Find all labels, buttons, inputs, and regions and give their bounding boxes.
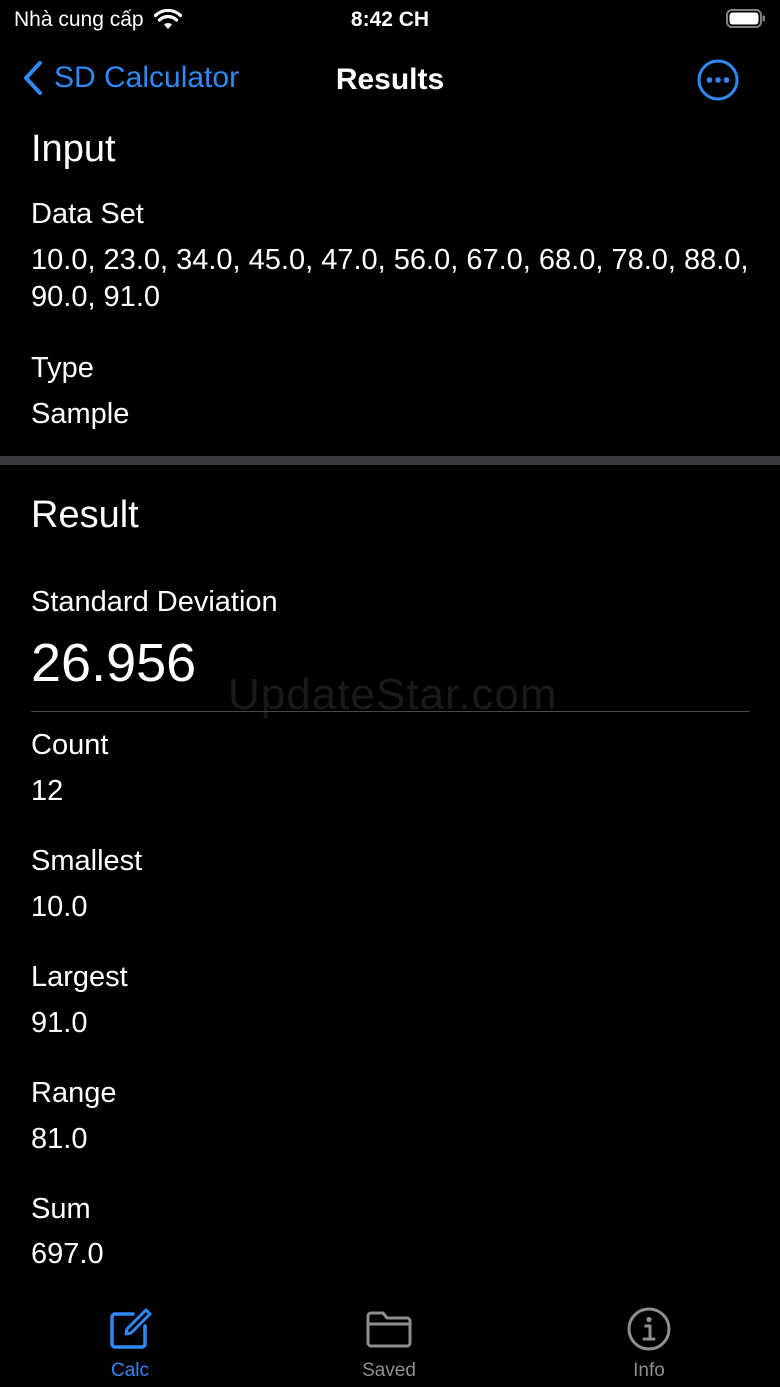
result-section-title: Result: [31, 494, 139, 536]
dataset-value: 10.0, 23.0, 34.0, 45.0, 47.0, 56.0, 67.0…: [31, 244, 749, 313]
page-title: Results: [335, 63, 445, 96]
standard-deviation-value: 26.956: [31, 633, 197, 693]
dataset-label: Data Set: [31, 198, 144, 230]
tab-calc-label: Calc: [110, 1360, 149, 1381]
input-section-title: Input: [31, 128, 116, 170]
largest-label: Largest: [31, 961, 128, 993]
standard-deviation-label: Standard Deviation: [31, 586, 278, 618]
more-options-button[interactable]: [696, 58, 740, 102]
navigation-bar: SD Calculator Results: [0, 50, 780, 110]
smallest-label: Smallest: [31, 845, 143, 877]
folder-icon: [366, 1311, 412, 1348]
tab-calc[interactable]: Calc: [70, 1306, 190, 1382]
count-label: Count: [31, 729, 109, 761]
sum-label: Sum: [31, 1193, 91, 1225]
battery-icon: [726, 9, 765, 28]
range-value: 81.0: [31, 1123, 88, 1155]
tab-bar: Calc Saved Info: [0, 1300, 780, 1387]
type-label: Type: [31, 352, 94, 384]
status-time: 8:42 CH: [350, 8, 430, 31]
tab-saved[interactable]: Saved: [329, 1306, 449, 1382]
smallest-value: 10.0: [31, 891, 88, 923]
type-value: Sample: [31, 398, 130, 430]
tab-info-label: Info: [633, 1360, 665, 1381]
result-divider: [31, 711, 750, 712]
tab-info[interactable]: Info: [589, 1306, 709, 1382]
largest-value: 91.0: [31, 1007, 88, 1039]
section-divider: [0, 456, 780, 465]
info-icon: [627, 1307, 671, 1351]
range-label: Range: [31, 1077, 117, 1109]
tab-saved-label: Saved: [362, 1360, 416, 1381]
sum-value: 697.0: [31, 1238, 104, 1270]
status-bar: Nhà cung cấp 8:42 CH: [0, 0, 780, 40]
count-value: 12: [31, 775, 64, 807]
watermark: UpdateStar.com: [228, 670, 558, 719]
edit-icon: [110, 1308, 152, 1349]
